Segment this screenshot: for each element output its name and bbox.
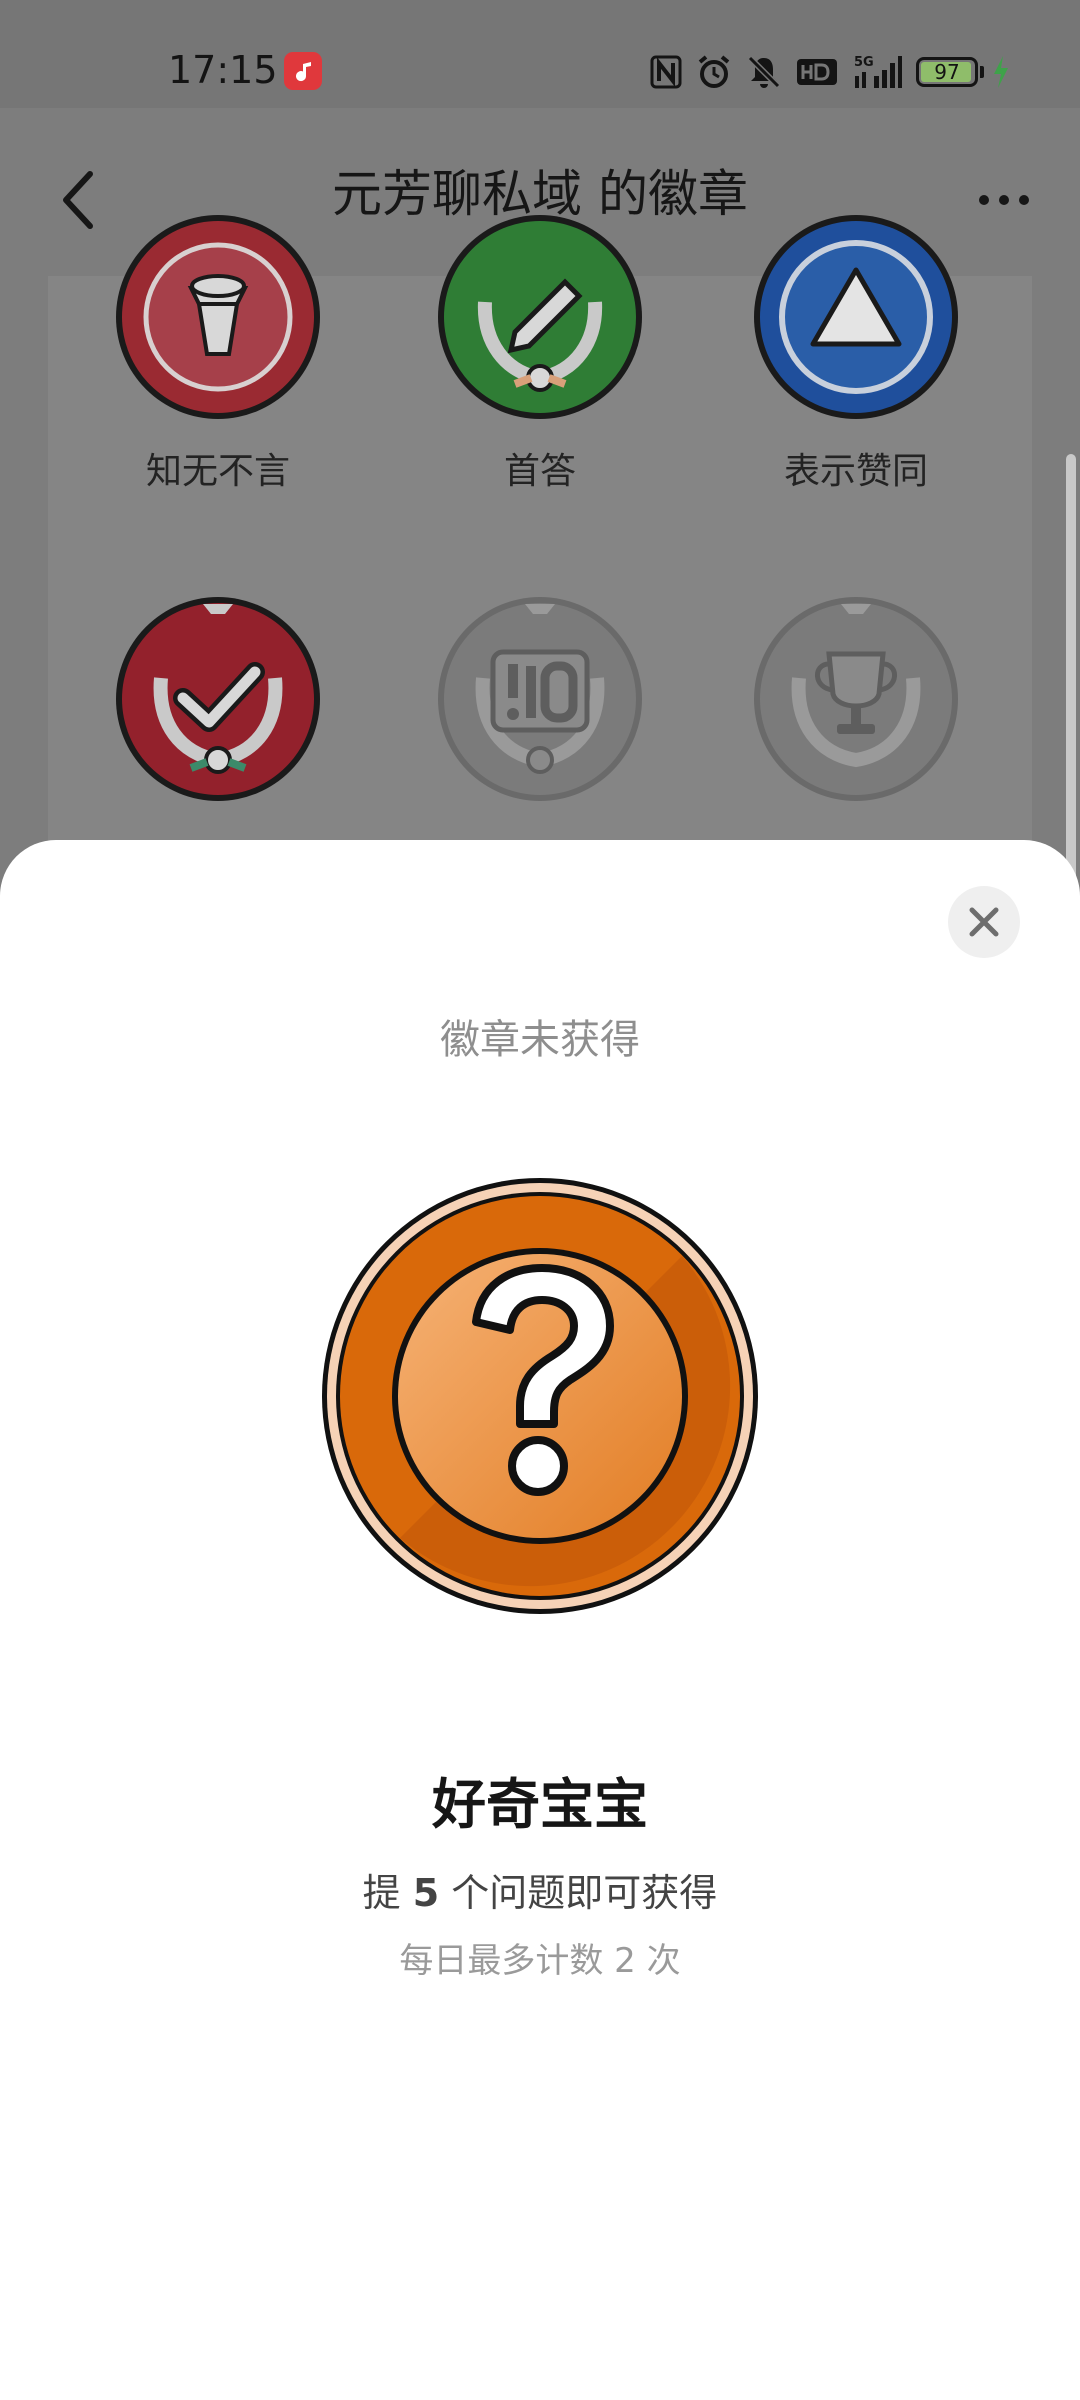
- requirement-suffix: 个问题即可获得: [439, 1871, 718, 1915]
- music-app-icon: [284, 52, 322, 90]
- checkmark-icon: [116, 597, 320, 801]
- close-icon: [969, 907, 999, 937]
- badge-label: 首答: [503, 451, 576, 492]
- badge-limit: 每日最多计数 2 次: [399, 1941, 681, 1981]
- pencil-icon: [438, 215, 642, 419]
- badge-item[interactable]: [88, 594, 348, 804]
- badge-status: 徽章未获得: [440, 1017, 640, 1063]
- badge-name: 好奇宝宝: [432, 1773, 648, 1836]
- requirement-count: 5: [412, 1871, 440, 1915]
- badge-requirement: 提 5 个问题即可获得: [0, 1868, 1080, 1918]
- badge-label: 表示赞同: [783, 451, 928, 492]
- charging-icon: [992, 55, 1010, 89]
- battery-icon: 97: [916, 57, 978, 87]
- status-bar: 17:15 5G 97: [0, 0, 1080, 108]
- alarm-icon: [696, 54, 732, 90]
- question-mark-icon: [322, 1178, 758, 1614]
- badge-detail-sheet: 徽章未获得 好奇宝宝 提 5 个问题即可获得 每日最多计数 2 次: [0, 840, 1080, 2400]
- battery-cap: [980, 66, 984, 78]
- 5g-signal-icon: 5G: [852, 54, 902, 90]
- requirement-prefix: 提: [362, 1871, 413, 1915]
- ten-icon: [438, 597, 642, 801]
- trophy-icon: [754, 597, 958, 801]
- nfc-icon: [650, 55, 682, 89]
- triangle-icon: [754, 215, 958, 419]
- badge-item[interactable]: [410, 594, 670, 804]
- microphone-icon: [116, 215, 320, 419]
- close-button[interactable]: [948, 886, 1020, 958]
- battery-level: 97: [934, 60, 960, 84]
- badge-label: 知无不言: [145, 451, 290, 492]
- badge-item[interactable]: [726, 594, 986, 804]
- badge-item[interactable]: 首答: [410, 212, 670, 494]
- badge-item[interactable]: 表示赞同: [726, 212, 986, 494]
- mute-icon: [746, 54, 782, 90]
- status-icons: 5G 97: [650, 50, 1010, 94]
- status-time: 17:15: [168, 48, 278, 92]
- badge-item[interactable]: 知无不言: [88, 212, 348, 494]
- hd-icon: [796, 57, 838, 87]
- badge-grid: 知无不言 首答 表示赞同: [48, 215, 1032, 916]
- svg-text:5G: 5G: [854, 55, 874, 70]
